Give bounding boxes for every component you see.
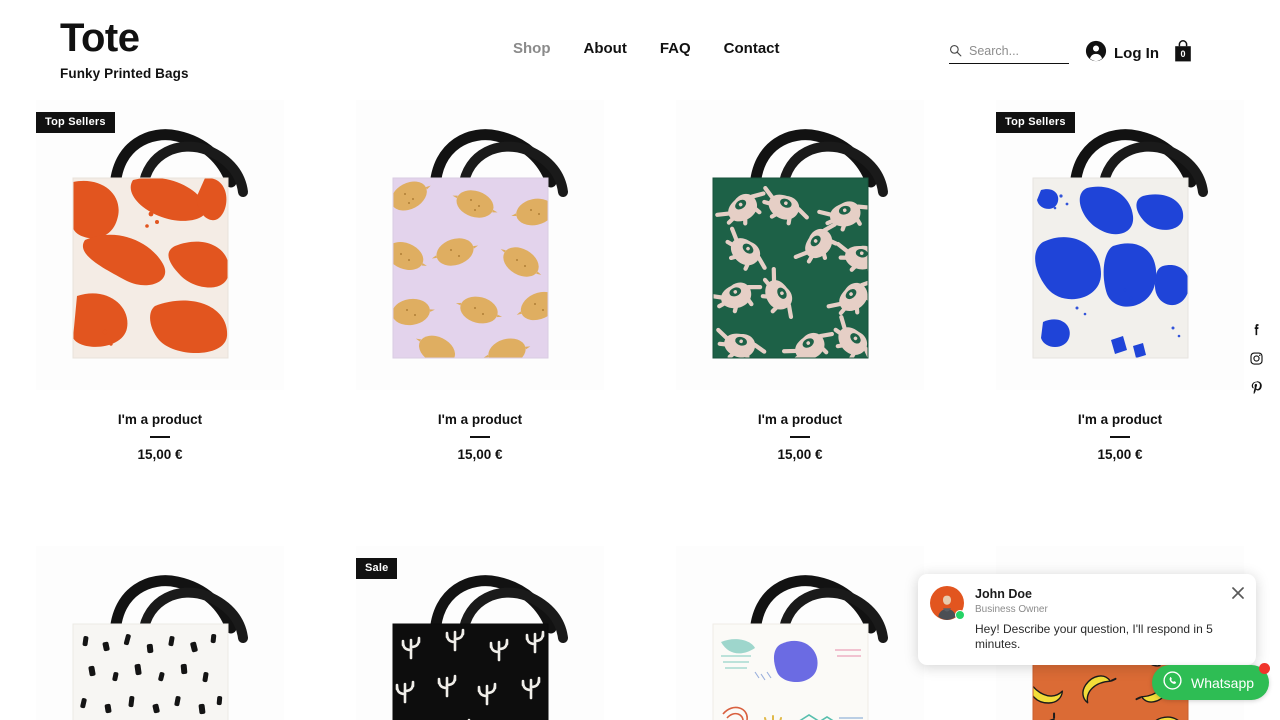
product-image-pastel-doodle[interactable] [676,546,924,720]
product-divider [470,436,490,438]
search-input[interactable] [969,43,1061,58]
instagram-icon[interactable] [1249,351,1264,366]
product-card[interactable]: Top Sellers I'm a product 15,00 € [960,100,1280,462]
whatsapp-label: Whatsapp [1191,674,1255,691]
pinterest-icon[interactable] [1249,380,1264,395]
chat-message-text: Hey! Describe your question, I'll respon… [975,622,1213,651]
chat-sender-name: John Doe [975,587,1032,601]
notification-badge [1259,663,1271,674]
whatsapp-button[interactable]: Whatsapp [1152,663,1271,700]
nav-item-contact[interactable]: Contact [724,40,780,57]
product-name: I'm a product [1077,412,1163,427]
login-label: Log In [1114,45,1159,62]
product-price: 15,00 € [137,447,183,462]
facebook-icon[interactable] [1249,322,1264,337]
shop-page: Tote Funky Printed Bags Shop About FAQ C… [0,0,1280,720]
account-circle-icon [1085,40,1107,67]
close-icon[interactable] [1231,586,1245,600]
product-image-green-hand-eye[interactable] [676,100,924,390]
nav-item-shop[interactable]: Shop [513,40,551,57]
product-card[interactable] [640,546,960,720]
avatar [930,586,965,620]
site-logo[interactable]: Tote [60,16,189,60]
product-image-dalmatian-dots[interactable] [36,546,284,720]
login-button[interactable]: Log In [1085,40,1159,67]
product-image-blue-blob[interactable] [996,100,1244,390]
chat-sender-role: Business Owner [975,604,1048,615]
product-badge: Sale [356,558,398,579]
product-grid-row-1: Top Sellers I'm a product 15,00 € I'm a … [0,100,1280,462]
product-price: 15,00 € [457,447,503,462]
online-status-dot [955,610,965,620]
whatsapp-icon [1162,670,1183,696]
cart-count: 0 [1180,49,1185,59]
product-card[interactable]: I'm a product 15,00 € [640,100,960,462]
product-card[interactable]: Sale [320,546,640,720]
product-name: I'm a product [437,412,523,427]
product-card[interactable]: I'm a product 15,00 € [320,100,640,462]
brand-block: Tote Funky Printed Bags [60,16,189,81]
chat-content: John Doe Business Owner Hey! Describe yo… [975,586,1242,652]
main-navigation: Shop About FAQ Contact [513,40,780,57]
product-name: I'm a product [757,412,843,427]
product-meta: I'm a product 15,00 € [36,390,284,462]
product-divider [790,436,810,438]
product-meta: I'm a product 15,00 € [996,390,1244,462]
product-card[interactable]: Top Sellers I'm a product 15,00 € [0,100,320,462]
product-image-orange-abstract[interactable] [36,100,284,390]
site-tagline: Funky Printed Bags [60,66,189,81]
product-price: 15,00 € [777,447,823,462]
cart-button[interactable]: 0 [1172,39,1194,68]
product-image-lemon-lavender[interactable] [356,100,604,390]
product-meta: I'm a product 15,00 € [676,390,924,462]
shopping-bag-icon: 0 [1175,40,1191,62]
product-meta: I'm a product 15,00 € [356,390,604,462]
nav-item-faq[interactable]: FAQ [660,40,691,57]
search-icon [949,44,962,57]
social-links-rail [1249,322,1264,395]
site-header: Tote Funky Printed Bags Shop About FAQ C… [0,0,1280,100]
nav-item-about[interactable]: About [584,40,627,57]
chat-popup[interactable]: John Doe Business Owner Hey! Describe yo… [918,574,1256,665]
product-divider [150,436,170,438]
search-box[interactable] [949,38,1069,64]
product-name: I'm a product [117,412,203,427]
product-divider [1110,436,1130,438]
product-card[interactable] [0,546,320,720]
product-badge: Top Sellers [996,112,1075,133]
product-price: 15,00 € [1097,447,1143,462]
product-badge: Top Sellers [36,112,115,133]
